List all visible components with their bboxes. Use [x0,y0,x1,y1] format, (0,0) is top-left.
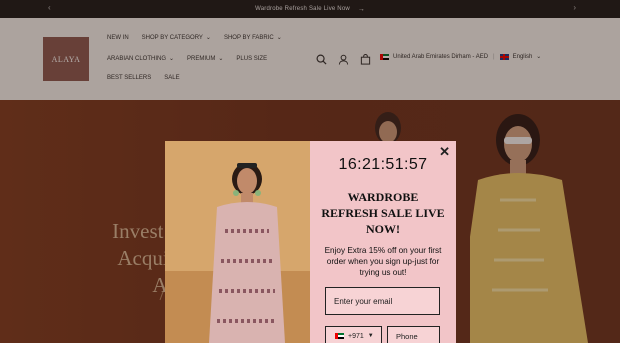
country-code-value: +971 [348,332,364,340]
phone-field[interactable]: Phone [387,326,440,343]
email-field[interactable]: Enter your email [325,287,440,315]
signup-popup: ✕ 16:21:51:57 WARDROBE REFRESH SALE LIVE… [165,141,456,343]
email-placeholder: Enter your email [334,296,393,306]
caret-down-icon: ▼ [367,333,374,339]
uae-flag-icon [335,333,344,339]
popup-offer-text: Enjoy Extra 15% off on your first order … [324,246,442,277]
model-image [165,141,310,343]
country-code-select[interactable]: +971 ▼ [325,326,382,343]
popup-headline: WARDROBE REFRESH SALE LIVE NOW! [321,190,445,236]
popup-model-image [165,141,310,343]
phone-placeholder: Phone [396,331,418,341]
countdown-timer: 16:21:51:57 [338,156,428,173]
